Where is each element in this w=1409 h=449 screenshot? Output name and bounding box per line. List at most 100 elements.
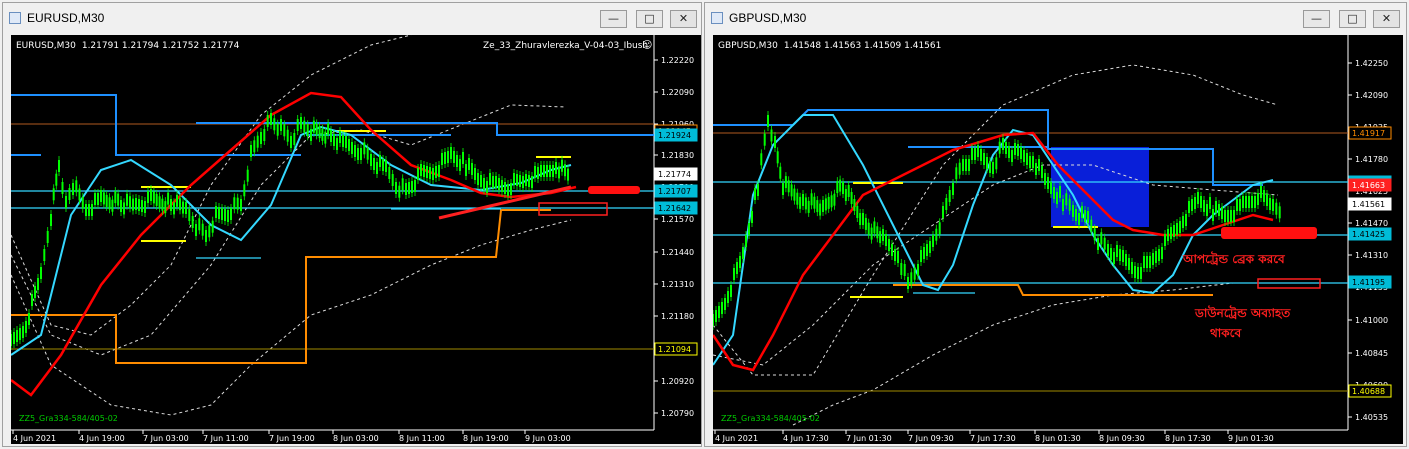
eurusd-window[interactable]: EURUSD,M30 — □ ✕ 1.222201.220901.219601.… [2, 2, 702, 447]
restore-button[interactable]: □ [636, 10, 663, 28]
candle-body [336, 138, 338, 150]
candle-body [273, 118, 276, 131]
candle-body [327, 123, 330, 136]
candle-body [876, 226, 879, 239]
price-tick-label: 1.40535 [1355, 413, 1388, 422]
candle-body [1131, 262, 1133, 274]
gbpusd-titlebar[interactable]: GBPUSD,M30 — □ ✕ [705, 3, 1406, 33]
candle-body [804, 197, 807, 210]
candle-body [1221, 207, 1223, 219]
candle-body [955, 167, 958, 180]
gbpusd-chart[interactable]: 1.422501.420901.419351.417801.416251.414… [713, 35, 1403, 444]
candle-body [385, 160, 387, 172]
candle-body [120, 200, 122, 212]
candle-body [138, 199, 140, 211]
candle-body [117, 193, 120, 206]
candle-body [1278, 206, 1281, 219]
candle-body [1227, 210, 1229, 222]
price-tick-label: 1.21180 [661, 312, 694, 321]
candle-body [894, 249, 896, 261]
candle-body [516, 174, 518, 186]
candle-body [300, 117, 302, 129]
candle-body [426, 166, 428, 178]
candle-body [867, 222, 870, 235]
candle-body [739, 256, 741, 268]
minimize-button[interactable]: — [600, 10, 627, 28]
candle-body [208, 225, 211, 238]
candle-body [94, 193, 96, 205]
candle-body [1149, 256, 1151, 268]
candle-body [489, 173, 491, 185]
candle-body [903, 264, 906, 276]
candle-body [211, 220, 214, 233]
minimize-button[interactable]: — [1303, 10, 1330, 28]
candle-body [513, 173, 515, 185]
candle-body [1008, 146, 1010, 158]
candle-body [774, 136, 776, 148]
candle-body [155, 193, 158, 206]
candle-body [105, 194, 108, 207]
candle-body [280, 119, 282, 131]
candle-body [1257, 193, 1259, 205]
candle-body [432, 168, 434, 180]
candle-body [1053, 187, 1055, 199]
candle-body [303, 120, 306, 133]
candle-body [543, 165, 545, 177]
candle-body [1103, 237, 1106, 250]
candle-body [173, 202, 175, 215]
candle-body [1107, 244, 1109, 256]
candle-body [986, 157, 988, 169]
close-button[interactable]: ✕ [1373, 10, 1400, 28]
price-tick-label: 1.21310 [661, 280, 694, 289]
candle-body [850, 192, 853, 204]
candle-body [1059, 186, 1061, 198]
candle-body [920, 250, 922, 262]
candle-body [552, 165, 554, 177]
candle-body [799, 196, 802, 209]
candle-body [150, 189, 152, 201]
candle-body [1116, 245, 1118, 257]
candle-body [1197, 192, 1199, 204]
candle-body [1191, 199, 1193, 211]
price-tick-label: 1.42250 [1355, 59, 1388, 68]
candle-body [730, 285, 732, 297]
time-tick-label: 7 Jun 11:00 [203, 434, 249, 443]
chart-window-icon [711, 12, 723, 24]
candle-body [1170, 227, 1172, 239]
chart-symbol-label: EURUSD,M30 1.21791 1.21794 1.21752 1.2177… [16, 41, 240, 51]
candle-body [1146, 256, 1148, 268]
candle-body [856, 206, 859, 218]
candle-body [1269, 198, 1271, 210]
candle-body [900, 263, 903, 275]
candle-body [266, 115, 269, 127]
indicator-name-label: Ze_33_Zhuravlerezka_V-04-03_Ibush [483, 41, 648, 51]
candle-body [1263, 190, 1265, 202]
time-tick-label: 4 Jun 19:00 [79, 434, 125, 443]
candle-body [796, 192, 799, 205]
candle-body [312, 120, 315, 133]
candle-body [522, 176, 524, 188]
candle-body [286, 129, 289, 142]
gbpusd-window[interactable]: GBPUSD,M30 — □ ✕ 1.422501.420901.419351.… [704, 2, 1407, 447]
candle-body [58, 160, 60, 172]
candle-body [897, 251, 899, 263]
candle-body [408, 182, 410, 194]
eurusd-titlebar[interactable]: EURUSD,M30 — □ ✕ [3, 3, 701, 33]
candle-body [836, 181, 839, 194]
candle-body [236, 197, 239, 210]
candle-body [779, 166, 782, 179]
candle-body [185, 202, 187, 214]
candle-body [1011, 150, 1013, 162]
eurusd-chart[interactable]: 1.222201.220901.219601.218301.217001.215… [11, 35, 701, 444]
candle-body [34, 286, 36, 298]
restore-button[interactable]: □ [1339, 10, 1366, 28]
candle-body [293, 133, 296, 145]
candle-body [188, 209, 191, 221]
candle-body [444, 152, 446, 164]
candle-body [391, 174, 394, 186]
price-label-text: 1.21707 [658, 187, 691, 196]
close-button[interactable]: ✕ [670, 10, 697, 28]
candle-body [807, 200, 810, 213]
candle-body [201, 223, 204, 236]
candle-body [253, 140, 256, 153]
